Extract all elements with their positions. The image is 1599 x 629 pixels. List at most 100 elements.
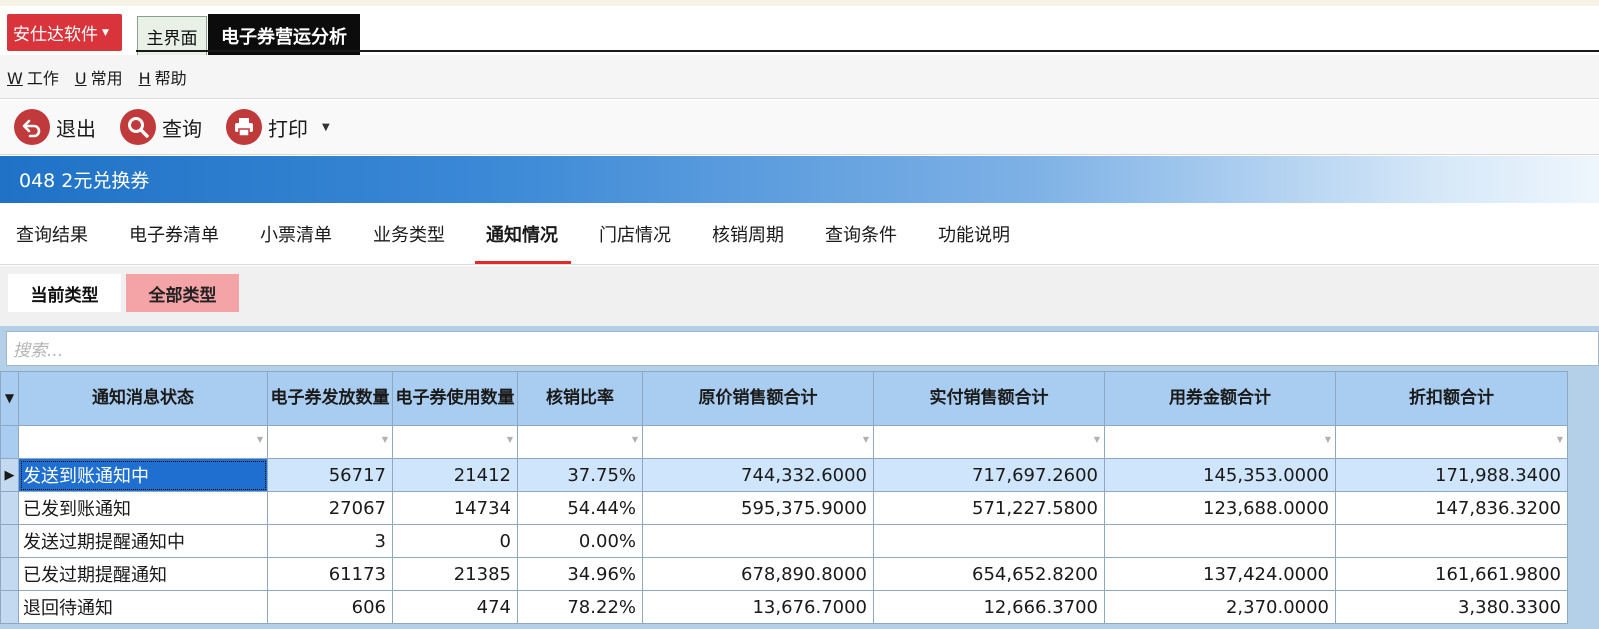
table-cell[interactable]: 717,697.2600 bbox=[873, 458, 1105, 492]
filter-dropdown-icon[interactable]: ▼ bbox=[382, 435, 388, 444]
filter-cell[interactable]: ▼ bbox=[1335, 425, 1568, 459]
table-cell[interactable]: 2,370.0000 bbox=[1104, 590, 1336, 624]
table-cell[interactable]: 137,424.0000 bbox=[1104, 557, 1336, 591]
tab-store-status[interactable]: 门店情况 bbox=[599, 203, 671, 265]
query-button[interactable]: 查询 bbox=[120, 109, 202, 145]
table-cell[interactable]: 606 bbox=[267, 590, 393, 624]
table-cell[interactable]: 595,375.9000 bbox=[642, 491, 874, 525]
column-header[interactable]: 核销比率 bbox=[517, 371, 643, 426]
column-header[interactable]: 用券金额合计 bbox=[1104, 371, 1336, 426]
print-label: 打印 bbox=[268, 116, 308, 141]
column-header[interactable]: 实付销售额合计 bbox=[873, 371, 1105, 426]
menu-common[interactable]: U 常用 bbox=[75, 65, 123, 89]
tab-function-description[interactable]: 功能说明 bbox=[938, 203, 1010, 265]
table-cell[interactable]: 61173 bbox=[267, 557, 393, 591]
table-cell[interactable] bbox=[1104, 524, 1336, 558]
table-cell[interactable]: 0 bbox=[392, 524, 518, 558]
table-row[interactable]: 发送过期提醒通知中 3 0 0.00% bbox=[0, 524, 1568, 558]
filter-dropdown-icon[interactable]: ▼ bbox=[257, 435, 263, 444]
section-tabs: 查询结果 电子券清单 小票清单 业务类型 通知情况 门店情况 核销周期 查询条件… bbox=[0, 203, 1599, 265]
current-type-button[interactable]: 当前类型 bbox=[8, 274, 121, 312]
table-cell[interactable]: 744,332.6000 bbox=[642, 458, 874, 492]
table-cell[interactable]: 3 bbox=[267, 524, 393, 558]
filter-cell[interactable]: ▼ bbox=[642, 425, 874, 459]
table-cell[interactable]: 571,227.5800 bbox=[873, 491, 1105, 525]
filter-cell[interactable]: ▼ bbox=[392, 425, 518, 459]
tab-business-type[interactable]: 业务类型 bbox=[373, 203, 445, 265]
column-header[interactable]: 电子券发放数量 bbox=[267, 371, 393, 426]
filter-dropdown-icon[interactable]: ▼ bbox=[1325, 435, 1331, 444]
table-cell[interactable]: 37.75% bbox=[517, 458, 643, 492]
table-cell[interactable]: 654,652.8200 bbox=[873, 557, 1105, 591]
table-row[interactable]: 已发过期提醒通知 61173 21385 34.96% 678,890.8000… bbox=[0, 557, 1568, 591]
table-row[interactable]: ▶ 发送到账通知中 56717 21412 37.75% 744,332.600… bbox=[0, 458, 1568, 492]
filter-dropdown-icon[interactable]: ▼ bbox=[632, 435, 638, 444]
app-menu-button[interactable]: 安仕达软件 ▼ bbox=[7, 14, 122, 51]
column-header[interactable]: 原价销售额合计 bbox=[642, 371, 874, 426]
filter-dropdown-icon[interactable]: ▼ bbox=[507, 435, 513, 444]
table-cell[interactable]: 171,988.3400 bbox=[1335, 458, 1568, 492]
filter-dropdown-icon[interactable]: ▼ bbox=[863, 435, 869, 444]
table-cell[interactable]: 78.22% bbox=[517, 590, 643, 624]
filter-cell[interactable]: ▼ bbox=[873, 425, 1105, 459]
column-chooser-icon[interactable]: ▼ bbox=[0, 371, 19, 426]
tab-query-conditions[interactable]: 查询条件 bbox=[825, 203, 897, 265]
table-cell[interactable]: 发送过期提醒通知中 bbox=[18, 524, 268, 558]
table-row[interactable]: 退回待通知 606 474 78.22% 13,676.7000 12,666.… bbox=[0, 590, 1568, 624]
table-cell[interactable]: 678,890.8000 bbox=[642, 557, 874, 591]
tab-query-results[interactable]: 查询结果 bbox=[16, 203, 88, 265]
table-cell[interactable]: 54.44% bbox=[517, 491, 643, 525]
table-cell[interactable]: 0.00% bbox=[517, 524, 643, 558]
filter-cell[interactable]: ▼ bbox=[18, 425, 268, 459]
filter-cell[interactable]: ▼ bbox=[1104, 425, 1336, 459]
row-indicator bbox=[0, 524, 19, 558]
table-cell[interactable]: 56717 bbox=[267, 458, 393, 492]
table-cell[interactable]: 21385 bbox=[392, 557, 518, 591]
table-cell[interactable] bbox=[873, 524, 1105, 558]
menu-help[interactable]: H 帮助 bbox=[139, 65, 187, 89]
table-cell[interactable]: 已发到账通知 bbox=[18, 491, 268, 525]
tab-notification-status[interactable]: 通知情况 bbox=[475, 203, 571, 265]
toolbar: 退出 查询 打印 ▼ bbox=[0, 100, 1599, 155]
filter-cell[interactable]: ▼ bbox=[267, 425, 393, 459]
table-cell[interactable]: 145,353.0000 bbox=[1104, 458, 1336, 492]
table-row[interactable]: 已发到账通知 27067 14734 54.44% 595,375.9000 5… bbox=[0, 491, 1568, 525]
table-cell[interactable]: 34.96% bbox=[517, 557, 643, 591]
tab-receipt-list[interactable]: 小票清单 bbox=[260, 203, 332, 265]
table-cell[interactable]: 12,666.3700 bbox=[873, 590, 1105, 624]
current-row-arrow-icon: ▶ bbox=[0, 458, 19, 492]
filter-row: ▼ ▼ ▼ ▼ ▼ ▼ ▼ ▼ bbox=[0, 425, 1568, 459]
table-cell[interactable] bbox=[642, 524, 874, 558]
table-cell[interactable]: 退回待通知 bbox=[18, 590, 268, 624]
all-types-button[interactable]: 全部类型 bbox=[126, 274, 239, 312]
column-header[interactable]: 通知消息状态 bbox=[18, 371, 268, 426]
filter-dropdown-icon[interactable]: ▼ bbox=[1557, 435, 1563, 444]
print-dropdown-icon[interactable]: ▼ bbox=[322, 122, 330, 133]
tab-redemption-cycle[interactable]: 核销周期 bbox=[712, 203, 784, 265]
print-button[interactable]: 打印 bbox=[226, 109, 308, 145]
printer-icon bbox=[226, 109, 262, 145]
search-input[interactable]: 搜索... bbox=[6, 331, 1599, 366]
exit-button[interactable]: 退出 bbox=[14, 109, 96, 145]
table-cell[interactable]: 发送到账通知中 bbox=[18, 458, 268, 492]
table-cell[interactable]: 147,836.3200 bbox=[1335, 491, 1568, 525]
tab-coupon-list[interactable]: 电子券清单 bbox=[129, 203, 219, 265]
filter-cell[interactable]: ▼ bbox=[517, 425, 643, 459]
filter-row-indicator bbox=[0, 425, 19, 459]
table-cell[interactable]: 27067 bbox=[267, 491, 393, 525]
table-cell[interactable]: 21412 bbox=[392, 458, 518, 492]
table-cell[interactable]: 123,688.0000 bbox=[1104, 491, 1336, 525]
column-header[interactable]: 折扣额合计 bbox=[1335, 371, 1568, 426]
filter-dropdown-icon[interactable]: ▼ bbox=[1094, 435, 1100, 444]
menu-work[interactable]: W 工作 bbox=[7, 65, 59, 89]
column-header[interactable]: 电子券使用数量 bbox=[392, 371, 518, 426]
table-cell[interactable]: 13,676.7000 bbox=[642, 590, 874, 624]
table-cell[interactable]: 14734 bbox=[392, 491, 518, 525]
tab-strip-divider bbox=[136, 50, 1599, 52]
search-icon bbox=[120, 109, 156, 145]
table-cell[interactable]: 474 bbox=[392, 590, 518, 624]
table-cell[interactable] bbox=[1335, 524, 1568, 558]
table-cell[interactable]: 161,661.9800 bbox=[1335, 557, 1568, 591]
table-cell[interactable]: 已发过期提醒通知 bbox=[18, 557, 268, 591]
table-cell[interactable]: 3,380.3300 bbox=[1335, 590, 1568, 624]
